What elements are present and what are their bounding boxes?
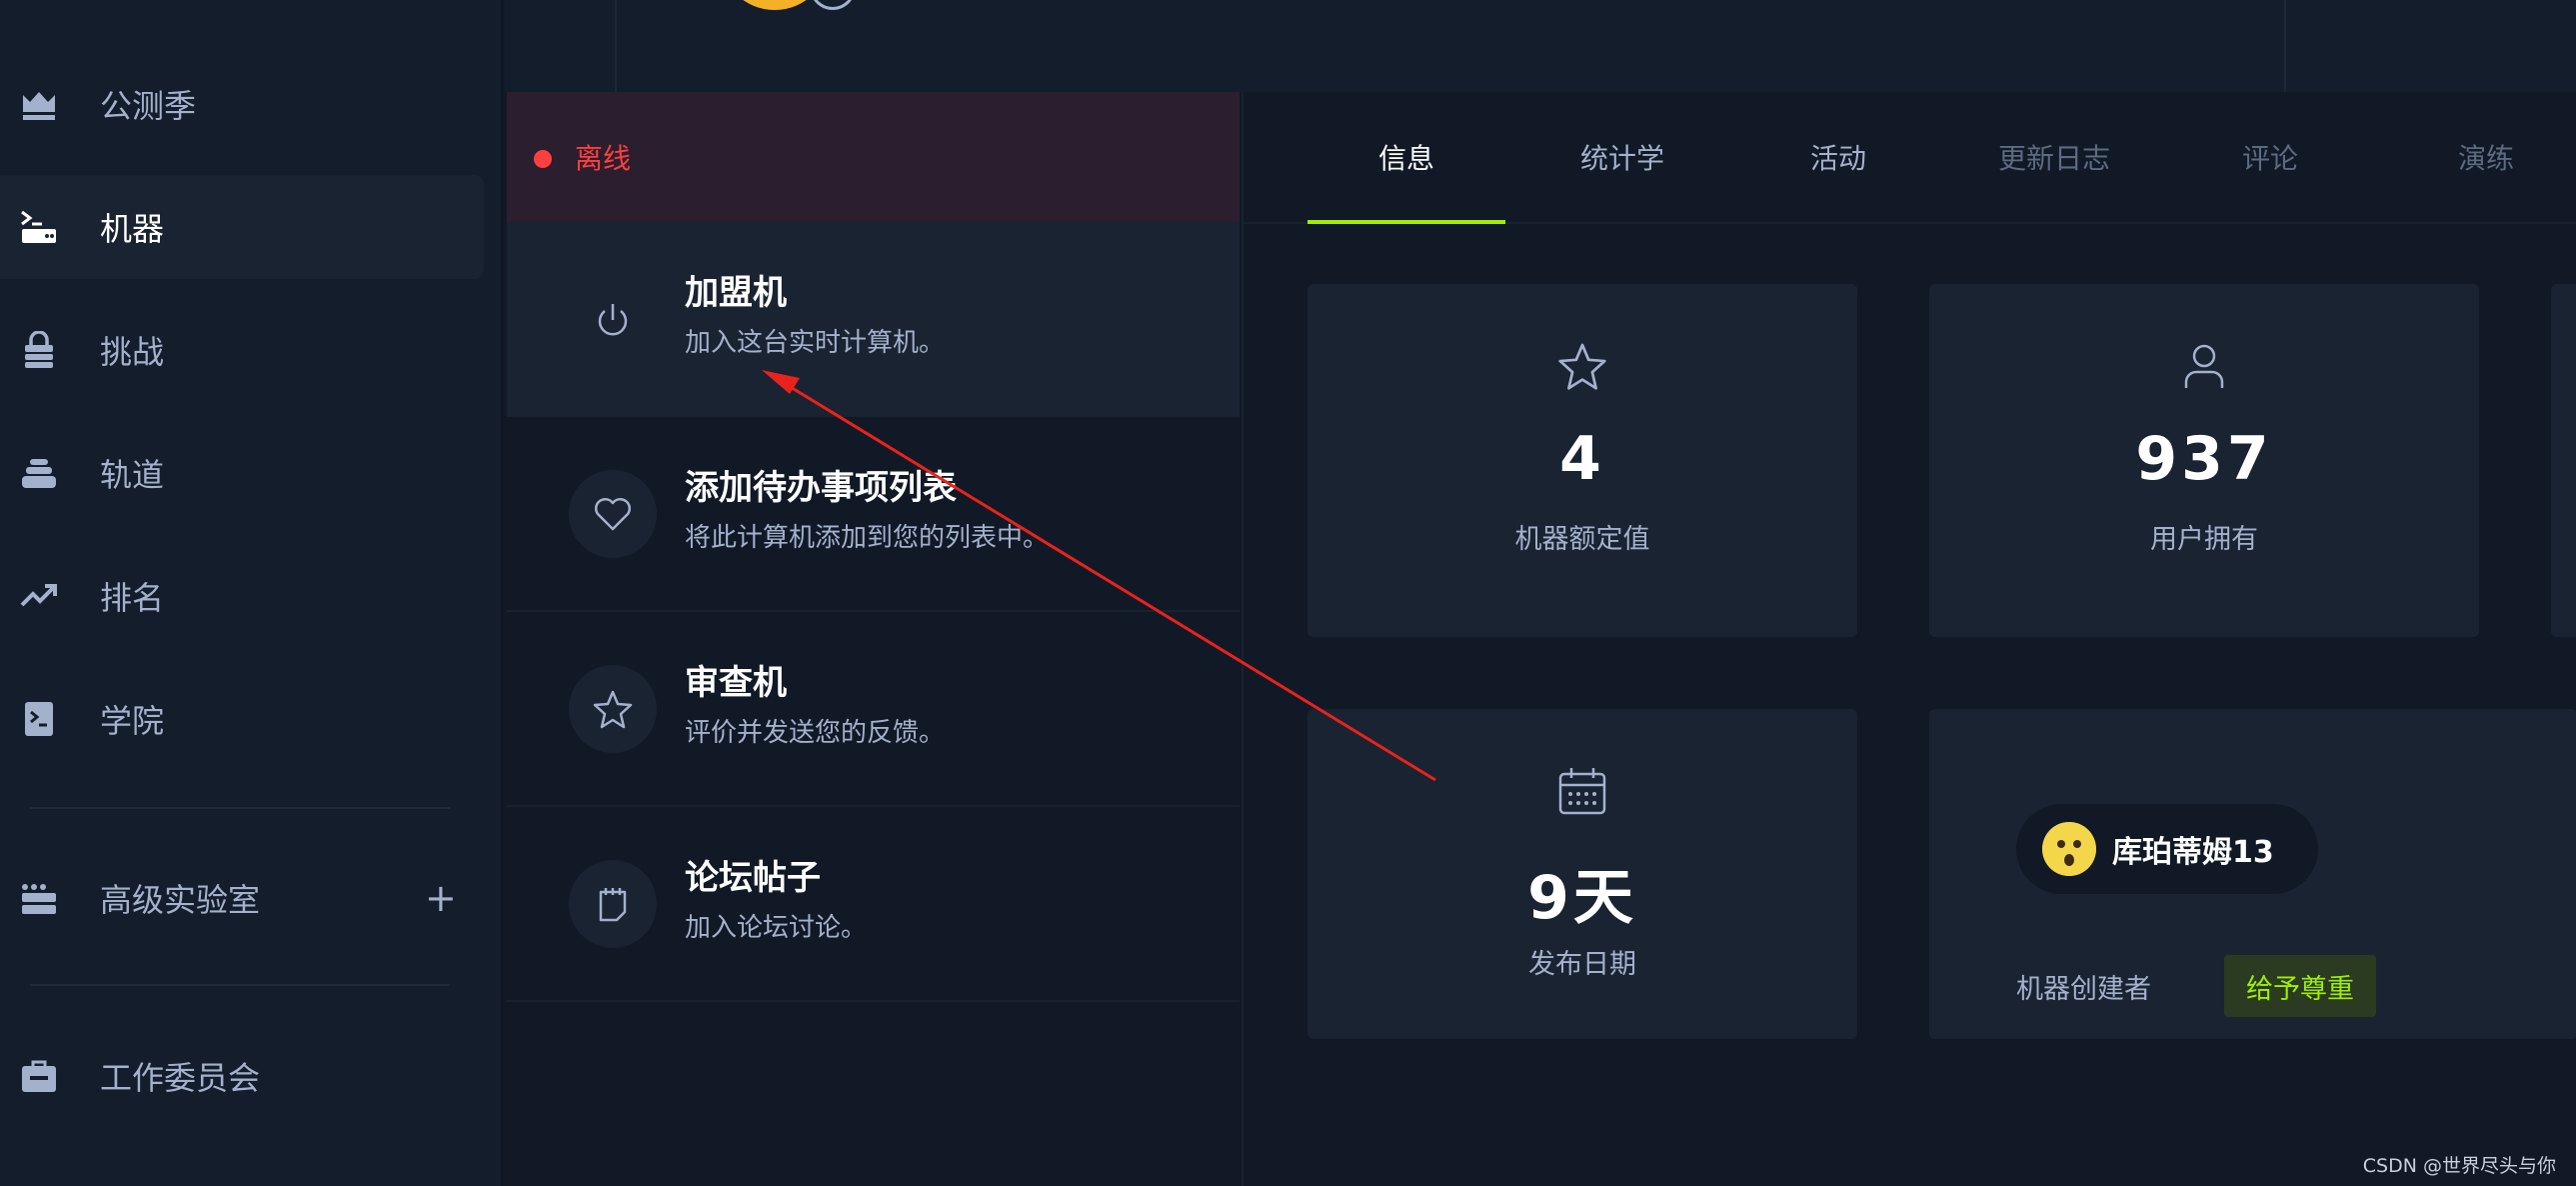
sidebar-divider xyxy=(30,984,450,986)
sidebar-item-label: 排名 xyxy=(100,579,165,617)
sidebar-item-label: 高级实验室 xyxy=(100,881,261,919)
release-date-card: 9天 发布日期 xyxy=(1307,709,1857,1039)
tab-reviews[interactable]: 评论 xyxy=(2171,92,2369,222)
sidebar-item-season[interactable]: 公测季 xyxy=(0,52,484,156)
sidebar-item-rankings[interactable]: 排名 xyxy=(0,544,484,648)
action-title: 加盟机 xyxy=(685,273,787,313)
sidebar-item-academy[interactable]: 学院 xyxy=(0,667,484,771)
header-divider xyxy=(2284,0,2286,92)
crown-icon xyxy=(20,85,58,123)
offline-dot-icon xyxy=(534,150,552,168)
sidebar-item-label: 公测季 xyxy=(100,87,197,125)
tab-changelog[interactable]: 更新日志 xyxy=(1955,92,2153,222)
sidebar: 公测季 机器 挑战 轨道 排名 学院 高级实验室 + 工作委员会 xyxy=(0,0,503,1186)
review-machine-action[interactable]: 审查机 评价并发送您的反馈。 xyxy=(507,612,1240,807)
user-owns-card: 937 用户拥有 xyxy=(1929,284,2479,637)
sidebar-item-label: 机器 xyxy=(100,210,165,248)
machine-header xyxy=(505,0,2576,92)
terminal-book-icon xyxy=(20,700,58,738)
sidebar-item-label: 工作委员会 xyxy=(100,1059,261,1097)
server-rack-icon xyxy=(20,879,58,917)
action-description: 加入论坛讨论。 xyxy=(685,913,868,943)
machine-actions-panel: 离线 加盟机 加入这台实时计算机。 添加待办事项列表 将此计算机添加到您的列表中… xyxy=(507,92,1240,1186)
sidebar-item-pro-labs[interactable]: 高级实验室 + xyxy=(0,846,484,950)
header-divider xyxy=(615,0,617,92)
action-title: 论坛帖子 xyxy=(685,858,821,898)
creator-profile-link[interactable]: 库珀蒂姆13 xyxy=(2016,804,2318,894)
user-icon xyxy=(2182,342,2226,390)
rating-value: 4 xyxy=(1559,424,1605,494)
status-text: 离线 xyxy=(575,142,632,175)
star-icon xyxy=(569,665,657,753)
rating-card: 4 机器额定值 xyxy=(1307,284,1857,637)
machine-content: 信息 统计学 活动 更新日志 评论 演练 4 机器额定值 937 用户拥有 9天… xyxy=(1242,92,2576,1186)
partial-card xyxy=(2551,284,2576,637)
creator-role-label: 机器创建者 xyxy=(2016,974,2151,1005)
expand-plus-icon[interactable]: + xyxy=(425,876,457,920)
join-machine-action[interactable]: 加盟机 加入这台实时计算机。 xyxy=(507,222,1240,417)
sidebar-item-tracks[interactable]: 轨道 xyxy=(0,421,484,525)
sidebar-item-machines[interactable]: 机器 xyxy=(0,175,484,279)
difficulty-badge-icon xyxy=(810,0,856,10)
add-to-do-list-action[interactable]: 添加待办事项列表 将此计算机添加到您的列表中。 xyxy=(507,417,1240,612)
sidebar-item-label: 轨道 xyxy=(100,456,165,494)
sidebar-divider xyxy=(30,807,450,809)
rating-label: 机器额定值 xyxy=(1514,524,1650,555)
creator-card: 库珀蒂姆13 机器创建者 给予尊重 xyxy=(1929,709,2576,1039)
release-date-value: 9天 xyxy=(1527,863,1637,933)
layers-icon xyxy=(20,454,58,492)
calendar-icon xyxy=(1556,765,1608,817)
sidebar-item-label: 挑战 xyxy=(100,333,165,371)
creator-name: 库珀蒂姆13 xyxy=(2112,835,2274,870)
action-description: 评价并发送您的反馈。 xyxy=(685,718,946,748)
tab-statistics[interactable]: 统计学 xyxy=(1523,92,1721,222)
lock-stack-icon xyxy=(20,331,58,369)
power-icon xyxy=(569,276,657,364)
server-terminal-icon xyxy=(20,208,58,246)
tab-info[interactable]: 信息 xyxy=(1307,92,1505,224)
user-owns-value: 937 xyxy=(2135,424,2273,494)
machine-status-bar: 离线 xyxy=(507,92,1240,222)
action-title: 审查机 xyxy=(685,663,787,703)
heart-icon xyxy=(569,470,657,558)
forum-post-action[interactable]: 论坛帖子 加入论坛讨论。 xyxy=(507,807,1240,1002)
action-description: 将此计算机添加到您的列表中。 xyxy=(685,523,1050,553)
tab-walkthroughs[interactable]: 演练 xyxy=(2387,92,2576,222)
action-description: 加入这台实时计算机。 xyxy=(685,328,946,358)
briefcase-icon xyxy=(20,1057,58,1095)
creator-avatar xyxy=(2042,822,2096,876)
sidebar-item-jobs[interactable]: 工作委员会 xyxy=(0,1024,484,1128)
star-icon xyxy=(1556,340,1608,392)
trending-up-icon xyxy=(20,577,58,615)
machine-avatar xyxy=(720,0,830,10)
sidebar-item-label: 学院 xyxy=(100,702,165,740)
release-date-label: 发布日期 xyxy=(1528,949,1636,980)
give-respect-button[interactable]: 给予尊重 xyxy=(2224,955,2376,1017)
sidebar-item-challenges[interactable]: 挑战 xyxy=(0,298,484,402)
tab-activity[interactable]: 活动 xyxy=(1739,92,1937,222)
watermark: CSDN @世界尽头与你 xyxy=(2362,1155,2556,1177)
user-owns-label: 用户拥有 xyxy=(2150,524,2258,555)
action-title: 添加待办事项列表 xyxy=(685,468,957,508)
tab-bar: 信息 统计学 活动 更新日志 评论 演练 xyxy=(1244,92,2576,224)
notepad-icon xyxy=(569,860,657,948)
